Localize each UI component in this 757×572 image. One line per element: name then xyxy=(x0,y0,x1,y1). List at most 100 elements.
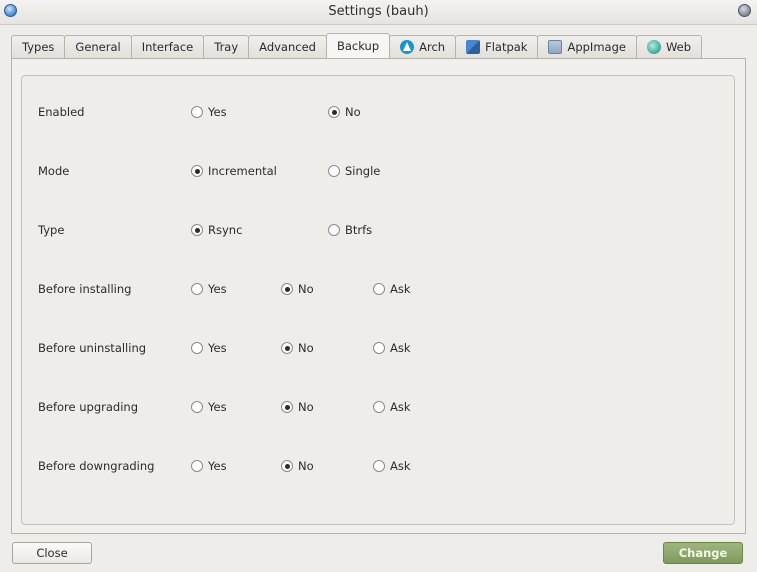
close-button[interactable]: Close xyxy=(12,542,92,564)
window-close-icon[interactable] xyxy=(738,4,751,17)
radio-label: Incremental xyxy=(208,164,277,178)
tab-label: AppImage xyxy=(567,40,626,54)
flatpak-icon xyxy=(466,40,481,54)
radio-label: Rsync xyxy=(208,223,243,237)
tab-bar: Types General Interface Tray Advanced Ba… xyxy=(11,33,703,58)
radio-checked-icon[interactable] xyxy=(328,106,340,118)
setting-row: Before uninstalling Yes No Ask xyxy=(38,339,718,357)
setting-row: Mode Incremental Single xyxy=(38,162,718,180)
backup-settings-group: Enabled Yes No Mode Incremental Single Type Rsy… xyxy=(21,75,735,525)
setting-row: Before upgrading Yes No Ask xyxy=(38,398,718,416)
tab-general[interactable]: General xyxy=(64,35,132,58)
tab-label: Backup xyxy=(336,39,380,53)
tab-appimage[interactable]: AppImage xyxy=(537,35,637,58)
tab-arch[interactable]: Arch xyxy=(389,35,457,58)
radio-option[interactable]: Incremental xyxy=(191,164,277,178)
radio-option[interactable]: Ask xyxy=(373,459,411,473)
radio-unchecked-icon[interactable] xyxy=(191,401,203,413)
radio-label: No xyxy=(298,341,314,355)
change-button[interactable]: Change xyxy=(663,542,743,564)
radio-label: Yes xyxy=(208,105,227,119)
tab-panel-backup: Enabled Yes No Mode Incremental Single Type Rsy… xyxy=(11,58,746,534)
tab-interface[interactable]: Interface xyxy=(130,35,205,58)
radio-label: Yes xyxy=(208,341,227,355)
radio-option[interactable]: Ask xyxy=(373,400,411,414)
tab-label: Types xyxy=(22,40,55,54)
radio-option[interactable]: Ask xyxy=(373,341,411,355)
tab-flatpak[interactable]: Flatpak xyxy=(455,35,539,58)
radio-option[interactable]: Yes xyxy=(191,282,227,296)
setting-row: Before installing Yes No Ask xyxy=(38,280,718,298)
tab-label: Advanced xyxy=(259,40,316,54)
setting-label: Type xyxy=(38,223,65,237)
radio-unchecked-icon[interactable] xyxy=(191,106,203,118)
radio-label: Ask xyxy=(390,341,411,355)
radio-option[interactable]: Yes xyxy=(191,341,227,355)
radio-label: No xyxy=(298,459,314,473)
radio-label: Ask xyxy=(390,282,411,296)
radio-unchecked-icon[interactable] xyxy=(328,165,340,177)
radio-checked-icon[interactable] xyxy=(281,460,293,472)
setting-label: Before uninstalling xyxy=(38,341,147,355)
radio-label: Single xyxy=(345,164,381,178)
radio-unchecked-icon[interactable] xyxy=(373,460,385,472)
radio-checked-icon[interactable] xyxy=(191,165,203,177)
setting-label: Before downgrading xyxy=(38,459,155,473)
tab-label: Arch xyxy=(419,40,446,54)
radio-option[interactable]: No xyxy=(281,282,314,296)
radio-unchecked-icon[interactable] xyxy=(373,283,385,295)
radio-label: Ask xyxy=(390,459,411,473)
radio-label: Yes xyxy=(208,459,227,473)
radio-checked-icon[interactable] xyxy=(281,342,293,354)
tab-label: Interface xyxy=(141,40,194,54)
radio-option[interactable]: Rsync xyxy=(191,223,242,237)
tab-label: Tray xyxy=(214,40,239,54)
radio-label: Btrfs xyxy=(345,223,373,237)
radio-label: Yes xyxy=(208,282,227,296)
radio-label: No xyxy=(298,282,314,296)
radio-checked-icon[interactable] xyxy=(281,401,293,413)
tab-label: Flatpak xyxy=(485,40,528,54)
setting-label: Mode xyxy=(38,164,70,178)
window-title: Settings (bauh) xyxy=(328,4,429,19)
tab-web[interactable]: Web xyxy=(635,35,703,58)
radio-label: Ask xyxy=(390,400,411,414)
web-icon xyxy=(646,40,661,54)
appimage-icon xyxy=(548,40,563,54)
setting-row: Before downgrading Yes No Ask xyxy=(38,457,718,475)
radio-unchecked-icon[interactable] xyxy=(191,283,203,295)
radio-label: No xyxy=(345,105,361,119)
radio-option[interactable]: Ask xyxy=(373,282,411,296)
tab-label: General xyxy=(75,40,121,54)
setting-label: Before installing xyxy=(38,282,132,296)
radio-checked-icon[interactable] xyxy=(281,283,293,295)
radio-checked-icon[interactable] xyxy=(191,224,203,236)
tab-backup[interactable]: Backup xyxy=(325,33,391,58)
radio-option[interactable]: No xyxy=(328,105,361,119)
setting-row: Enabled Yes No xyxy=(38,103,718,121)
radio-option[interactable]: No xyxy=(281,459,314,473)
radio-unchecked-icon[interactable] xyxy=(191,342,203,354)
radio-unchecked-icon[interactable] xyxy=(328,224,340,236)
tab-advanced[interactable]: Advanced xyxy=(248,35,327,58)
tab-tray[interactable]: Tray xyxy=(203,35,250,58)
setting-label: Enabled xyxy=(38,105,85,119)
radio-option[interactable]: Yes xyxy=(191,459,227,473)
radio-option[interactable]: No xyxy=(281,341,314,355)
radio-option[interactable]: Single xyxy=(328,164,380,178)
radio-option[interactable]: Yes xyxy=(191,400,227,414)
tab-label: Web xyxy=(665,40,692,54)
radio-label: No xyxy=(298,400,314,414)
radio-unchecked-icon[interactable] xyxy=(373,342,385,354)
radio-label: Yes xyxy=(208,400,227,414)
radio-unchecked-icon[interactable] xyxy=(373,401,385,413)
title-bar: Settings (bauh) xyxy=(0,0,757,25)
radio-option[interactable]: Btrfs xyxy=(328,223,372,237)
radio-unchecked-icon[interactable] xyxy=(191,460,203,472)
radio-option[interactable]: No xyxy=(281,400,314,414)
tab-types[interactable]: Types xyxy=(11,35,66,58)
radio-option[interactable]: Yes xyxy=(191,105,227,119)
setting-label: Before upgrading xyxy=(38,400,139,414)
setting-row: Type Rsync Btrfs xyxy=(38,221,718,239)
arch-icon xyxy=(400,40,415,54)
